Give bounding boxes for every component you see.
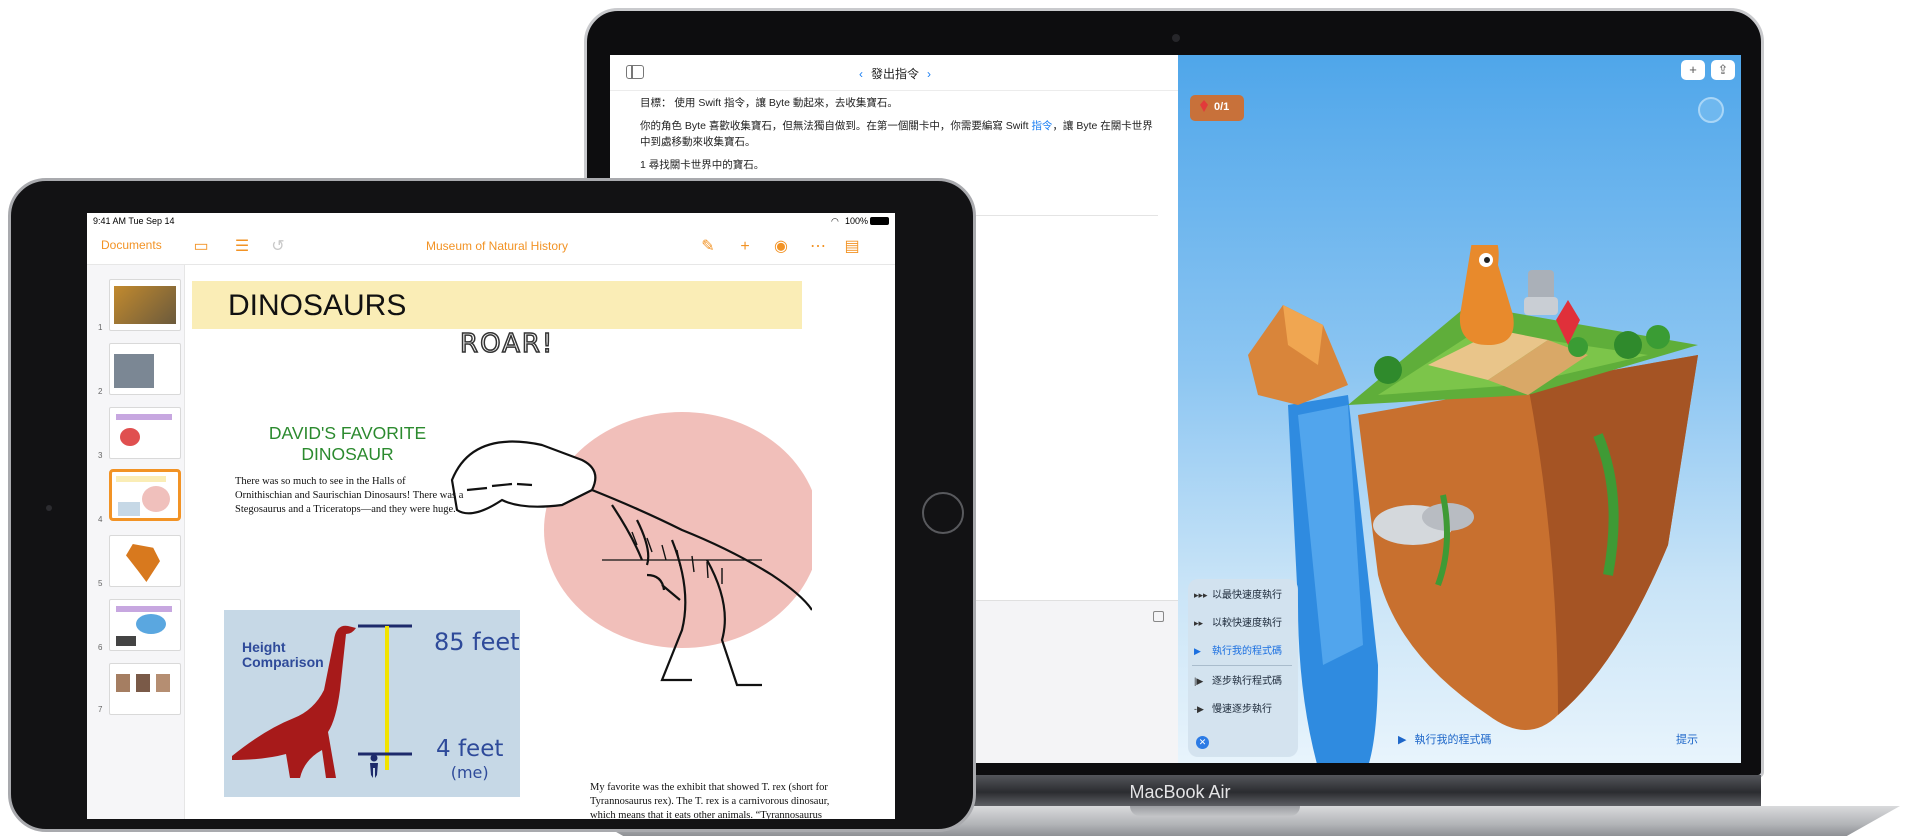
documents-button[interactable]: Documents — [101, 238, 162, 252]
home-button[interactable] — [922, 492, 964, 534]
body-paragraph: There was so much to see in the Halls of… — [235, 476, 464, 515]
hint-button[interactable]: 提示 — [1676, 731, 1698, 747]
undo-icon[interactable]: ↺ — [267, 236, 289, 258]
chevron-left-icon[interactable]: ‹ — [859, 67, 863, 81]
page-number: 3 — [98, 451, 103, 460]
menu-divider — [1192, 665, 1292, 666]
page-thumbnails: 1 2 3 4 5 6 7 + — [87, 265, 185, 819]
page-number: 2 — [98, 387, 103, 396]
fast-forward-icon: ▸▸ — [1194, 618, 1204, 628]
gem-count: 0/1 — [1214, 101, 1230, 113]
play-icon: ▶ — [1194, 646, 1201, 656]
glossary-link[interactable]: 指令 — [1031, 120, 1052, 132]
toolbar: Documents ▭ ☰ ↺ Museum of Natural Histor… — [87, 229, 895, 265]
page-title: 發出指令 — [870, 67, 919, 81]
page-number: 7 — [98, 705, 103, 714]
intro-text: 你的角色 Byte 喜歡收集寶石，但無法獨自做到。在第一個關卡中，你需要編寫 S… — [640, 118, 1160, 150]
goal-text: 目標： 使用 Swift 指令，讓 Byte 動起來，去收集寶石。 — [640, 97, 898, 109]
battery-percent: 100% — [845, 216, 869, 226]
menu-item-faster[interactable]: ▸▸ 以較快速度執行 — [1194, 613, 1282, 633]
thumbnail-page[interactable] — [109, 599, 181, 651]
run-code-button[interactable]: ▶ 執行我的程式碼 — [1398, 731, 1499, 747]
document-title[interactable]: Museum of Natural History — [367, 239, 627, 253]
roar-lettering: ROAR! — [459, 328, 555, 360]
menu-label: 以最快速度執行 — [1212, 590, 1282, 601]
live-view: + ⇪ 0/1 ▸▸▸ 以最快速度執行 ▸▸ 以較快速度執行 ▶ 執行我的程式碼… — [1178, 55, 1741, 763]
height-4-label: 4 feet (me) — [436, 738, 503, 784]
menu-label: 以較快速度執行 — [1212, 618, 1282, 629]
ipad-screen: 9:41 AM Tue Sep 14 ◠ 100% Documents ▭ ☰ … — [87, 213, 895, 819]
body-paragraph: My favorite was the exhibit that showed … — [590, 782, 830, 819]
sidebar-toggle-icon[interactable] — [626, 65, 644, 79]
menu-label: 執行我的程式碼 — [1212, 646, 1282, 657]
share-icon[interactable]: ⇪ — [1711, 60, 1735, 80]
format-brush-icon[interactable]: ✎ — [697, 236, 719, 258]
page-number: 1 — [98, 323, 103, 332]
speed-menu: ▸▸▸ 以最快速度執行 ▸▸ 以較快速度執行 ▶ 執行我的程式碼 |▶ 逐步執行程式碼 … — [1188, 579, 1298, 757]
menu-item-fastest[interactable]: ▸▸▸ 以最快速度執行 — [1194, 585, 1282, 605]
status-bar: 9:41 AM Tue Sep 14 ◠ 100% — [87, 213, 895, 229]
height-4-text: 4 feet — [436, 736, 504, 762]
close-icon[interactable]: ✕ — [1196, 736, 1209, 749]
slow-step-icon: -▶ — [1194, 704, 1204, 714]
plus-icon[interactable]: + — [734, 236, 756, 258]
thumbnail-page[interactable] — [109, 279, 181, 331]
collaborate-icon[interactable]: ◉ — [770, 236, 792, 258]
height-me-text: (me) — [450, 763, 489, 782]
thumbnail-page[interactable] — [109, 535, 181, 587]
thumbnail-page-selected[interactable] — [109, 469, 181, 521]
page-number: 4 — [98, 515, 103, 524]
step-1: 1 尋找關卡世界中的寶石。 — [640, 159, 765, 171]
sidebar-icon[interactable]: ▭ — [190, 236, 212, 258]
menu-label: 逐步執行程式碼 — [1212, 676, 1282, 687]
list-icon[interactable]: ☰ — [231, 236, 253, 258]
run-label: 執行我的程式碼 — [1414, 734, 1492, 746]
camera — [46, 505, 52, 511]
menu-item-run[interactable]: ▶ 執行我的程式碼 — [1194, 641, 1282, 661]
menu-item-step[interactable]: |▶ 逐步執行程式碼 — [1194, 671, 1282, 691]
macbook-brand-label: MacBook Air — [1129, 782, 1231, 802]
status-time: 9:41 AM Tue Sep 14 — [93, 216, 175, 226]
page-navigation: ‹ 發出指令 › — [790, 65, 1000, 82]
document-setup-icon[interactable]: ▤ — [841, 236, 863, 258]
thumbnail-page[interactable] — [109, 343, 181, 395]
speaker-icon[interactable] — [1698, 97, 1724, 123]
height-comparison-card: Height Comparison 85 feet 4 feet (me) — [224, 610, 520, 797]
battery-icon — [870, 217, 889, 225]
wifi-icon: ◠ — [831, 216, 839, 226]
thumbnail-page[interactable] — [109, 407, 181, 459]
plus-icon[interactable]: + — [1681, 60, 1705, 80]
section-heading: DAVID'S FAVORITE DINOSAUR — [268, 423, 427, 464]
camera — [1172, 34, 1180, 42]
intro-part: 你的角色 Byte 喜歡收集寶石，但無法獨自做到。在第一個關卡中，你需要編寫 S… — [640, 120, 1032, 132]
thumbnail-page[interactable] — [109, 663, 181, 715]
step-through-icon: |▶ — [1194, 676, 1204, 686]
menu-label: 慢速逐步執行 — [1212, 704, 1272, 715]
menu-item-slow-step[interactable]: -▶ 慢速逐步執行 — [1194, 699, 1272, 719]
play-icon: ▶ — [1398, 734, 1407, 746]
fastest-forward-icon: ▸▸▸ — [1194, 590, 1208, 600]
more-icon[interactable]: ⋯ — [807, 236, 829, 258]
page-heading: DINOSAURS — [228, 289, 407, 322]
puzzle-world-illustration — [1248, 245, 1698, 763]
page-number: 6 — [98, 643, 103, 652]
macbook-thumb-notch — [1130, 806, 1300, 816]
gem-icon — [1200, 100, 1208, 112]
page-number: 5 — [98, 579, 103, 588]
document-page[interactable]: DINOSAURS ROAR! DAVID'S FAVORITE DINOSAU… — [192, 265, 895, 819]
gem-counter: 0/1 — [1190, 95, 1244, 121]
height-85-label: 85 feet — [434, 628, 520, 656]
collapse-icon[interactable] — [1153, 611, 1164, 622]
chevron-right-icon[interactable]: › — [927, 67, 931, 81]
